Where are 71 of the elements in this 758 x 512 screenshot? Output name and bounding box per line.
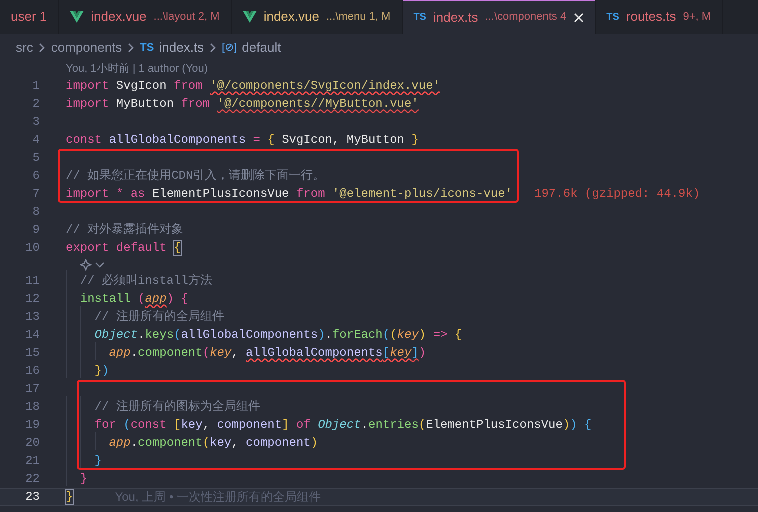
close-icon[interactable] bbox=[574, 12, 584, 22]
line-number: 1 bbox=[32, 78, 40, 95]
code-line: } bbox=[94, 453, 102, 470]
import-size-hint: 197.6k (gzipped: 44.9k) bbox=[534, 186, 700, 203]
codelens-author[interactable]: You, 1小时前 | 1 author (You) bbox=[66, 61, 208, 78]
line-number: 12 bbox=[24, 291, 40, 308]
line-number: 19 bbox=[24, 417, 40, 434]
code-line: import SvgIcon from '@/components/SvgIcon/index.vue' bbox=[66, 78, 440, 95]
file-type-label: TS bbox=[606, 10, 620, 24]
tab-filename: routes.ts bbox=[626, 8, 676, 26]
code-line: // 必须叫install方法 bbox=[79, 272, 212, 290]
v-logo-icon bbox=[242, 11, 257, 23]
code-line: import MyButton from '@/components//MyButton.vue' bbox=[66, 96, 419, 113]
code-line: // 注册所有的图标为全局组件 bbox=[94, 399, 260, 416]
line-number: 8 bbox=[32, 204, 40, 221]
code-line: import * as ElementPlusIconsVue from '@element-plus/icons-vue' bbox=[66, 186, 513, 203]
tab-filename: index.vue bbox=[91, 8, 147, 26]
line-number: 11 bbox=[24, 273, 40, 290]
sparkle-chevron-icon[interactable] bbox=[80, 258, 106, 270]
line-number: 16 bbox=[24, 363, 40, 380]
v-logo-icon bbox=[70, 11, 84, 23]
chevron-right-icon bbox=[209, 43, 218, 53]
code-line: }) bbox=[94, 363, 110, 380]
code-line: } bbox=[79, 471, 88, 488]
editor-tab[interactable]: TS routes.ts 9+, M bbox=[596, 0, 724, 34]
editor-tab[interactable]: TS index.ts ...\components 4 bbox=[402, 0, 596, 34]
line-number: 13 bbox=[24, 309, 40, 326]
symbol-label: [⊘] bbox=[222, 40, 238, 56]
tab-path: ...\menu 1, M bbox=[326, 10, 391, 25]
line-number: 21 bbox=[24, 453, 40, 470]
breadcrumb-item[interactable]: index.ts bbox=[159, 38, 204, 58]
code-line: // 注册所有的全局组件 bbox=[94, 309, 224, 326]
line-number: 17 bbox=[24, 381, 40, 398]
tab-filename: user 1 bbox=[11, 8, 48, 26]
code-line: install (app) { bbox=[79, 291, 188, 308]
line-number: 14 bbox=[24, 327, 40, 344]
chevron-right-icon bbox=[38, 43, 46, 53]
line-number: 15 bbox=[24, 345, 40, 362]
tab-path: ...\layout 2, M bbox=[154, 10, 220, 25]
code-line: export default { bbox=[66, 240, 182, 257]
code-line: // 如果您正在使用CDN引入，请删除下面一行。 bbox=[66, 168, 326, 185]
line-number: 3 bbox=[32, 114, 40, 131]
code-line: Object.keys(allGlobalComponents).forEach((key) => { bbox=[94, 327, 462, 344]
tab-filename: index.ts bbox=[433, 8, 478, 27]
line-number: 6 bbox=[32, 168, 40, 185]
code-line: app.component(key, allGlobalComponents[key]) bbox=[108, 345, 426, 362]
line-number: 7 bbox=[32, 186, 40, 203]
breadcrumb-item[interactable]: default bbox=[242, 38, 282, 58]
line-number: 22 bbox=[24, 471, 40, 488]
file-type-label: TS bbox=[414, 11, 426, 25]
line-number: 10 bbox=[24, 240, 40, 257]
breadcrumb-item[interactable]: components bbox=[51, 38, 122, 58]
code-line: app.component(key, component) bbox=[108, 435, 318, 452]
code-line: } bbox=[66, 489, 74, 506]
line-number: 5 bbox=[32, 150, 40, 167]
line-number: 9 bbox=[32, 222, 40, 239]
git-blame-hint: You, 上周 • 一次性注册所有的全局组件 bbox=[115, 489, 321, 506]
tab-path: ...\components 4 bbox=[485, 10, 567, 26]
code-line: const allGlobalComponents = { SvgIcon, MyButton } bbox=[66, 132, 419, 149]
line-number: 2 bbox=[32, 96, 40, 113]
file-type-label: TS bbox=[140, 40, 154, 56]
breadcrumb-item[interactable]: src bbox=[16, 38, 34, 58]
line-number: 18 bbox=[24, 399, 40, 416]
line-number: 4 bbox=[32, 132, 40, 149]
line-number: 23 bbox=[24, 489, 40, 506]
tab-path: 9+, M bbox=[683, 10, 712, 25]
code-line: // 对外暴露插件对象 bbox=[66, 222, 184, 239]
line-number: 20 bbox=[24, 435, 40, 452]
tab-filename: index.vue bbox=[264, 8, 320, 26]
code-line: for (const [key, component] of Object.entries(ElementPlusIconsVue)) { bbox=[94, 417, 592, 434]
chevron-right-icon bbox=[127, 43, 136, 53]
